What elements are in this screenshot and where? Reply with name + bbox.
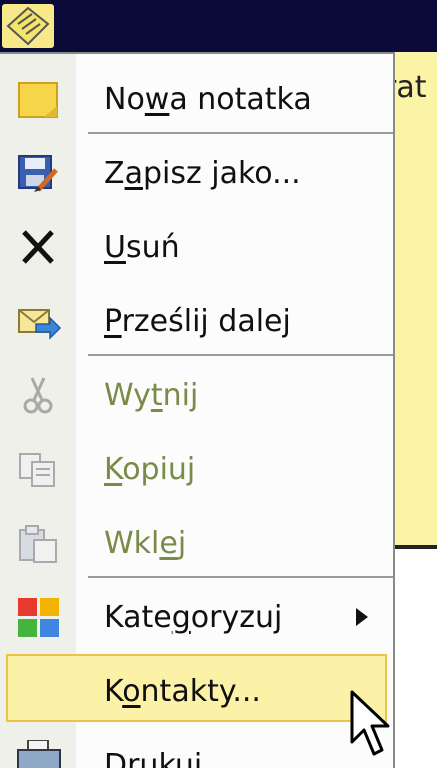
save-as-icon <box>16 154 62 194</box>
menu-separator <box>88 132 393 134</box>
note-titlebar[interactable] <box>0 0 437 52</box>
menu-item-contacts[interactable]: Kontakty... <box>0 654 393 726</box>
context-menu: Nowa notatka Zapisz jako... Usuń Prześli… <box>0 52 395 768</box>
scissors-icon <box>16 376 62 416</box>
menu-item-print[interactable]: Drukuj <box>0 728 393 768</box>
printer-icon <box>16 739 62 768</box>
menu-item-label: Prześlij dalej <box>104 304 291 339</box>
menu-separator <box>88 354 393 356</box>
copy-icon <box>16 450 62 490</box>
submenu-arrow-icon <box>356 608 368 626</box>
menu-item-new-note[interactable]: Nowa notatka <box>0 62 393 134</box>
mouse-pointer-icon <box>346 690 394 760</box>
menu-item-categorize[interactable]: Kategoryzuj <box>0 580 393 652</box>
menu-item-copy[interactable]: Kopiuj <box>0 432 393 504</box>
menu-item-label: Zapisz jako... <box>104 156 301 191</box>
menu-item-cut[interactable]: Wytnij <box>0 358 393 430</box>
menu-item-delete[interactable]: Usuń <box>0 210 393 282</box>
menu-item-save-as[interactable]: Zapisz jako... <box>0 136 393 208</box>
menu-item-label: Nowa notatka <box>104 82 312 117</box>
menu-item-paste[interactable]: Wklej <box>0 506 393 578</box>
menu-separator <box>88 576 393 578</box>
sticky-note-icon <box>16 80 62 120</box>
paste-icon <box>16 524 62 564</box>
menu-item-label: Drukuj <box>104 748 203 768</box>
note-lower-area <box>395 549 437 768</box>
menu-item-label: Wytnij <box>104 378 199 413</box>
menu-item-label: Kontakty... <box>104 674 261 709</box>
delete-x-icon <box>16 228 62 268</box>
menu-item-label: Usuń <box>104 230 180 265</box>
note-icon[interactable] <box>2 4 54 48</box>
screen: rat Nowa notatka Zapisz jako... Usuń Prz… <box>0 0 437 768</box>
categories-icon <box>16 598 62 638</box>
menu-item-label: Kopiuj <box>104 452 196 487</box>
menu-item-forward[interactable]: Prześlij dalej <box>0 284 393 356</box>
menu-item-label: Kategoryzuj <box>104 600 283 635</box>
menu-item-label: Wklej <box>104 526 187 561</box>
forward-envelope-icon <box>16 302 62 342</box>
